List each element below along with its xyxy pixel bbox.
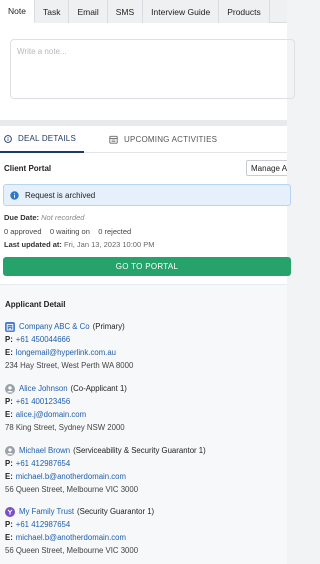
tab-deal-details-label: DEAL DETAILS <box>18 134 76 143</box>
email-label: E: <box>5 472 13 481</box>
applicant-card: Company ABC & Co (Primary) P: +61 4500446… <box>5 320 285 372</box>
address-text: 56 Queen Street, Melbourne VIC 3000 <box>5 546 139 555</box>
activity-tabs: Note Task Email SMS Interview Guide Prod… <box>0 0 287 23</box>
email-link[interactable]: longemail@hyperlink.com.au <box>16 348 116 357</box>
applicant-card: Michael Brown (Serviceability & Security… <box>5 444 285 496</box>
detail-tabs: DEAL DETAILS UPCOMING ACTIVITIES <box>0 126 287 153</box>
applicant-detail-heading: Applicant Detail <box>5 300 66 309</box>
tab-interview-guide[interactable]: Interview Guide <box>143 0 220 23</box>
info-icon <box>4 134 12 143</box>
applicant-detail-section: Applicant Detail Company ABC & Co (Prima… <box>0 284 287 564</box>
client-portal-label: Client Portal <box>4 163 52 173</box>
due-date-row: Due Date: Not recorded <box>4 213 84 222</box>
phone-link[interactable]: +61 400123456 <box>16 397 70 406</box>
applicant-card: Alice Johnson (Co-Applicant 1) P: +61 400… <box>5 382 285 434</box>
applicant-name-link[interactable]: My Family Trust <box>19 507 74 516</box>
tab-note[interactable]: Note <box>0 0 35 23</box>
archived-message: Request is archived <box>25 190 96 200</box>
last-updated-value: Fri, Jan 13, 2023 10:00 PM <box>64 240 155 249</box>
phone-link[interactable]: +61 412987654 <box>16 459 70 468</box>
applicant-name-link[interactable]: Company ABC & Co <box>19 322 90 331</box>
phone-link[interactable]: +61 412987654 <box>16 520 70 529</box>
trust-icon <box>5 506 15 517</box>
applicant-role: (Security Guarantor 1) <box>77 507 155 516</box>
address-text: 78 King Street, Sydney NSW 2000 <box>5 423 125 432</box>
applicant-name-link[interactable]: Michael Brown <box>19 446 70 455</box>
person-icon <box>5 445 15 456</box>
due-date-value: Not recorded <box>41 213 85 222</box>
address-text: 56 Queen Street, Melbourne VIC 3000 <box>5 485 139 494</box>
calendar-icon <box>109 135 118 144</box>
rejected-count: 0 rejected <box>98 227 132 236</box>
phone-label: P: <box>5 335 13 344</box>
deal-panel: DEAL DETAILS UPCOMING ACTIVITIES Client … <box>0 126 291 564</box>
go-to-portal-button[interactable]: GO TO PORTAL <box>3 257 291 276</box>
due-date-label: Due Date: <box>4 213 40 222</box>
email-label: E: <box>5 348 13 357</box>
last-updated-row: Last updated at: Fri, Jan 13, 2023 10:00… <box>4 240 154 249</box>
tab-deal-details[interactable]: DEAL DETAILS <box>0 126 84 153</box>
info-filled-icon <box>10 190 19 200</box>
person-icon <box>5 383 15 394</box>
client-portal-header: Client Portal Manage A <box>0 159 287 177</box>
applicant-card: My Family Trust (Security Guarantor 1) P… <box>5 505 285 557</box>
manage-access-button[interactable]: Manage A <box>246 160 287 176</box>
email-label: E: <box>5 410 13 419</box>
last-updated-label: Last updated at: <box>4 240 62 249</box>
applicant-name-link[interactable]: Alice Johnson <box>19 384 68 393</box>
phone-label: P: <box>5 459 13 468</box>
tab-upcoming-activities[interactable]: UPCOMING ACTIVITIES <box>84 126 217 153</box>
phone-label: P: <box>5 520 13 529</box>
company-icon <box>5 321 15 332</box>
email-link[interactable]: michael.b@anotherdomain.com <box>16 533 126 542</box>
note-card: Write a note... <box>0 23 295 120</box>
email-link[interactable]: michael.b@anotherdomain.com <box>16 472 126 481</box>
email-link[interactable]: alice.j@domain.com <box>16 410 86 419</box>
phone-label: P: <box>5 397 13 406</box>
tab-task[interactable]: Task <box>34 0 70 23</box>
address-text: 234 Hay Street, West Perth WA 8000 <box>5 361 134 370</box>
tab-email[interactable]: Email <box>69 0 108 23</box>
email-label: E: <box>5 533 13 542</box>
tab-sms[interactable]: SMS <box>107 0 144 23</box>
waiting-count: 0 waiting on <box>49 227 90 236</box>
applicant-role: (Co-Applicant 1) <box>70 384 127 393</box>
applicant-role: (Primary) <box>92 322 125 331</box>
note-input[interactable]: Write a note... <box>10 39 295 99</box>
applicant-role: (Serviceability & Security Guarantor 1) <box>73 446 206 455</box>
approved-count: 0 approved <box>4 227 42 236</box>
archived-alert: Request is archived <box>3 184 291 206</box>
tab-upcoming-activities-label: UPCOMING ACTIVITIES <box>124 135 218 144</box>
request-counts: 0 approved 0 waiting on 0 rejected <box>4 227 131 236</box>
phone-link[interactable]: +61 450044666 <box>16 335 70 344</box>
tab-products[interactable]: Products <box>219 0 270 23</box>
